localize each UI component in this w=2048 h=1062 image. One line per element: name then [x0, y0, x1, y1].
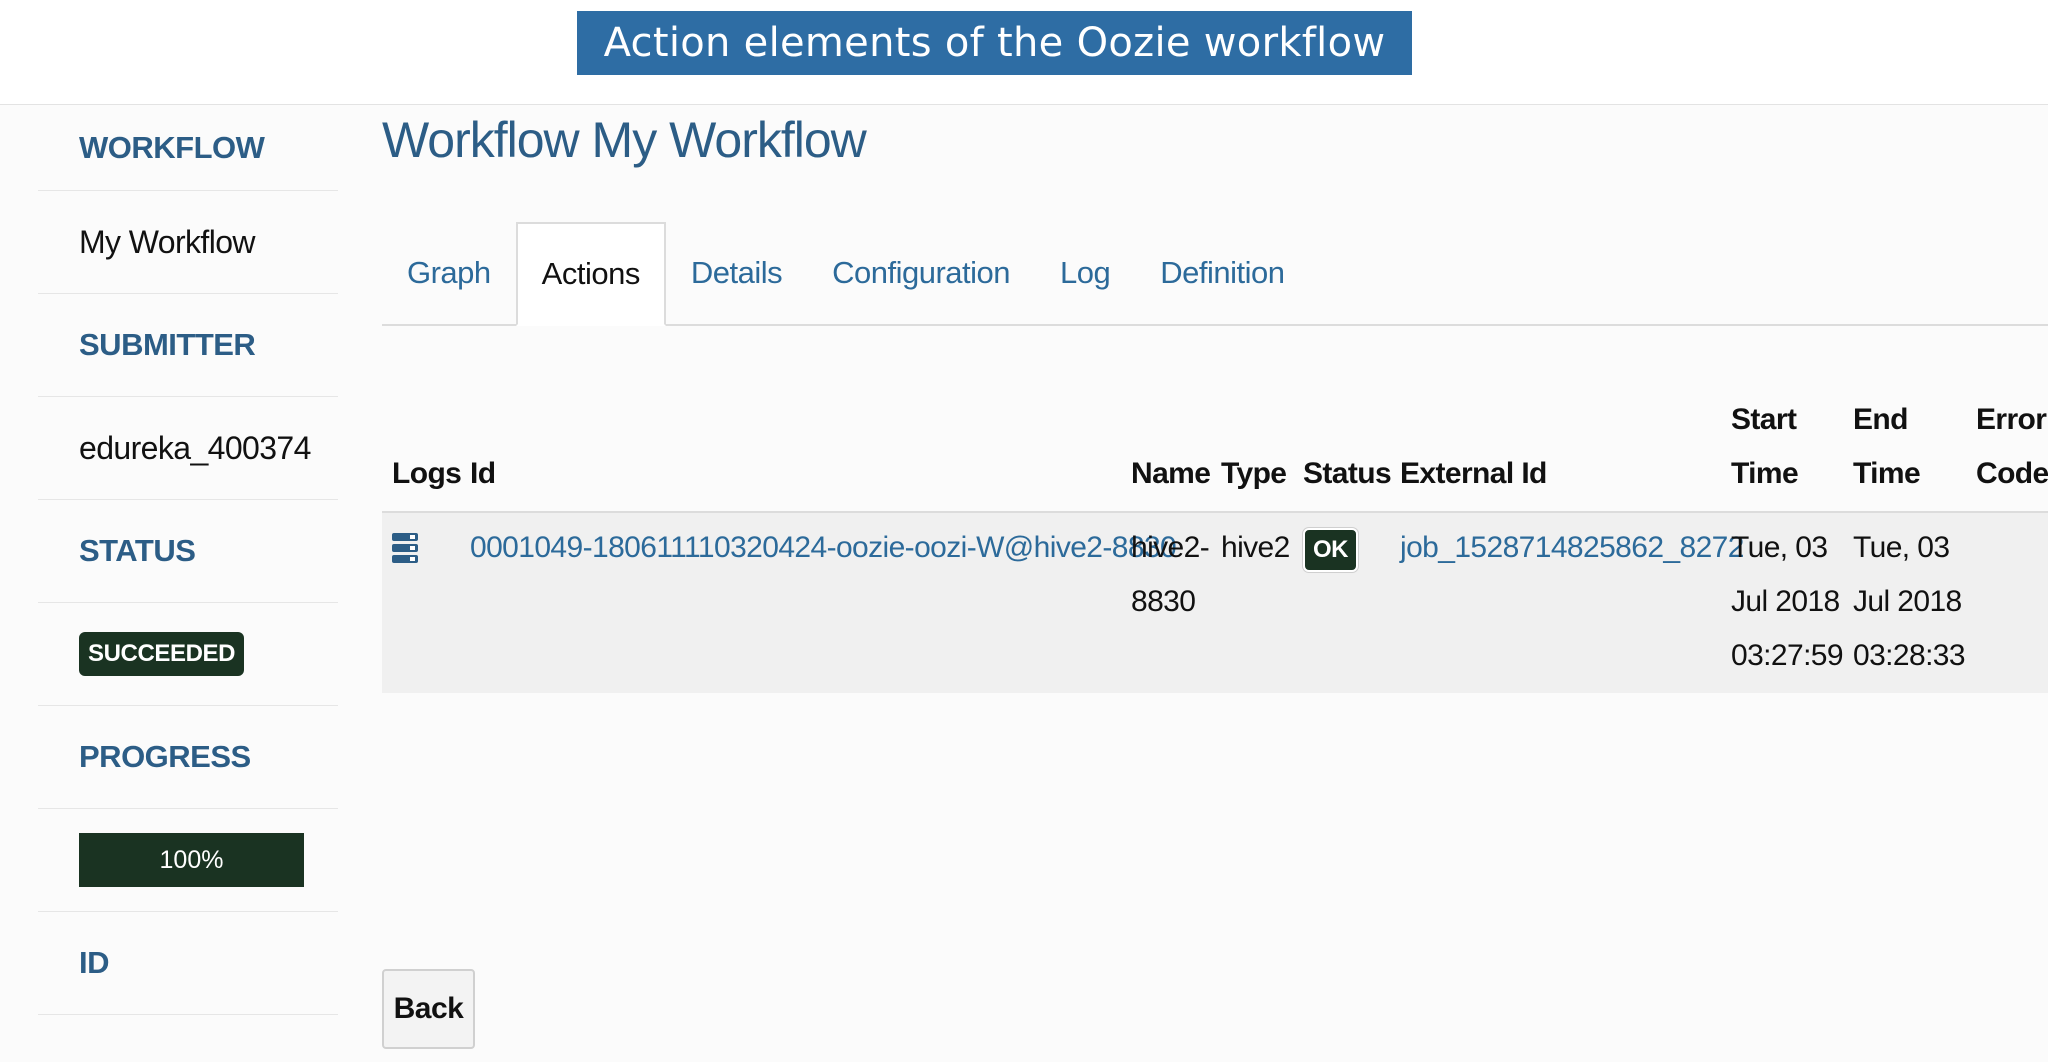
col-header-start-time-line2: Time — [1731, 457, 1799, 490]
workflow-name: My Workflow — [79, 223, 256, 260]
start-time-line1: Tue, 03 — [1731, 531, 1828, 564]
workflow-heading: WORKFLOW — [79, 129, 265, 165]
action-end-time: Tue, 03 Jul 2018 03:28:33 — [1853, 521, 1966, 683]
status-heading: STATUS — [79, 533, 196, 568]
end-time-line2: Jul 2018 — [1853, 585, 1962, 618]
tab-configuration[interactable]: Configuration — [807, 222, 1035, 324]
tab-log[interactable]: Log — [1035, 222, 1135, 324]
action-start-time: Tue, 03 Jul 2018 03:27:59 — [1731, 521, 1844, 683]
tab-bar: Graph Actions Details Configuration Log … — [382, 219, 2048, 326]
table-header: Logs Id Name Type Status External Id Sta… — [382, 387, 2048, 511]
progress-bar: 100% — [79, 833, 304, 887]
sidebar-status-heading-row: STATUS — [38, 500, 338, 603]
end-time-line1: Tue, 03 — [1853, 531, 1950, 564]
col-header-name: Name — [1131, 457, 1211, 490]
col-header-end-time-line1: End — [1853, 403, 1908, 436]
col-header-end-time-line2: Time — [1853, 457, 1921, 490]
submitter-heading: SUBMITTER — [79, 327, 256, 362]
action-status-badge: OK — [1303, 528, 1358, 572]
table-row: 0001049-180611110320424-oozie-oozi-W@hiv… — [382, 511, 2048, 693]
end-time-line3: 03:28:33 — [1853, 639, 1966, 672]
actions-table: Logs Id Name Type Status External Id Sta… — [382, 387, 2048, 693]
action-status-cell: OK — [1303, 521, 1358, 575]
tab-details[interactable]: Details — [666, 222, 807, 324]
action-name-line2: 8830 — [1131, 585, 1196, 618]
action-type: hive2 — [1221, 531, 1290, 564]
log-list-icon[interactable] — [392, 533, 418, 563]
external-id-link[interactable]: job_1528714825862_8272 — [1400, 521, 1744, 575]
col-header-error-code-line1: Error — [1976, 403, 2047, 436]
tab-graph[interactable]: Graph — [382, 222, 516, 324]
back-button[interactable]: Back — [382, 969, 475, 1049]
id-heading: ID — [79, 945, 110, 980]
progress-label: 100% — [159, 845, 224, 874]
progress-heading: PROGRESS — [79, 739, 251, 774]
sidebar: WORKFLOW My Workflow SUBMITTER edureka_4… — [38, 105, 338, 1015]
start-time-line2: Jul 2018 — [1731, 585, 1840, 618]
sidebar-workflow-heading-row: WORKFLOW — [38, 105, 338, 191]
sidebar-progress-heading-row: PROGRESS — [38, 706, 338, 809]
col-header-external-id: External Id — [1400, 457, 1547, 490]
col-header-error-code-line2: Code — [1976, 457, 2048, 490]
status-badge: SUCCEEDED — [79, 632, 245, 676]
oozie-workflow-screen: WORKFLOW My Workflow SUBMITTER edureka_4… — [0, 104, 2048, 1062]
start-time-line3: 03:27:59 — [1731, 639, 1844, 672]
sidebar-submitter-value-row: edureka_400374 — [38, 397, 338, 500]
col-header-type: Type — [1221, 457, 1287, 490]
col-header-logs: Logs — [392, 457, 462, 490]
page-title: Workflow My Workflow — [382, 112, 867, 168]
sidebar-status-value-row: SUCCEEDED — [38, 603, 338, 706]
tab-definition[interactable]: Definition — [1135, 222, 1309, 324]
col-header-id: Id — [470, 457, 496, 490]
action-id-link[interactable]: 0001049-180611110320424-oozie-oozi-W@hiv… — [470, 521, 1177, 575]
slide-title-banner: Action elements of the Oozie workflow — [577, 11, 1412, 75]
submitter-value: edureka_400374 — [79, 429, 311, 466]
tab-actions[interactable]: Actions — [515, 222, 666, 326]
col-header-status: Status — [1303, 457, 1392, 490]
col-header-start-time-line1: Start — [1731, 403, 1797, 436]
sidebar-submitter-heading-row: SUBMITTER — [38, 294, 338, 397]
sidebar-id-heading-row: ID — [38, 912, 338, 1015]
sidebar-progress-value-row: 100% — [38, 809, 338, 912]
action-name: hive2- 8830 — [1131, 521, 1210, 629]
action-name-line1: hive2- — [1131, 531, 1210, 564]
sidebar-workflow-name-row: My Workflow — [38, 191, 338, 294]
